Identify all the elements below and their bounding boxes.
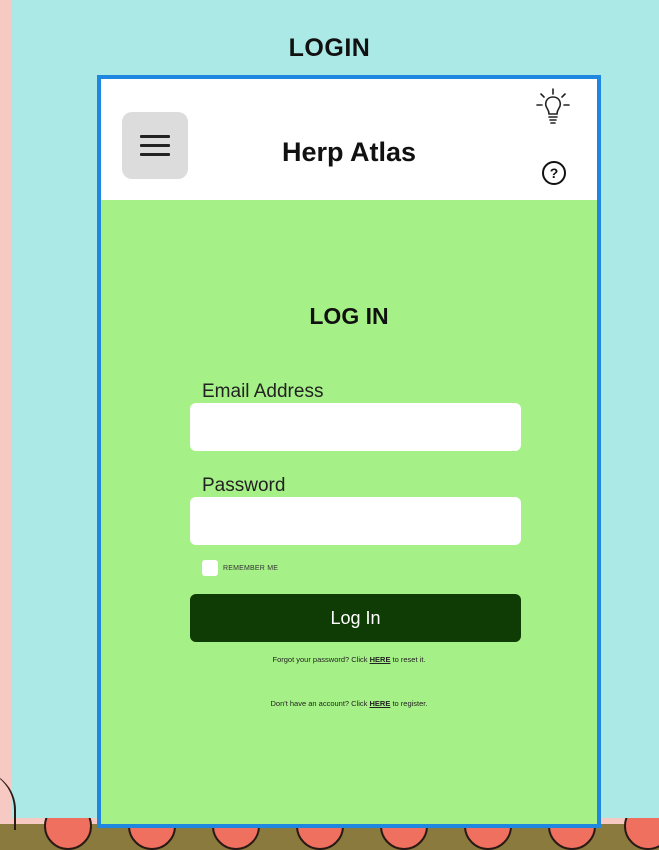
register-link[interactable]: HERE xyxy=(370,699,391,708)
register-text: Don't have an account? Click HERE to reg… xyxy=(101,699,597,708)
lightbulb-icon[interactable] xyxy=(534,87,572,127)
register-suffix: to register. xyxy=(390,699,428,708)
phone-frame: Herp Atlas ? LOG IN Email Address Passwo… xyxy=(97,75,601,828)
svg-text:?: ? xyxy=(550,165,559,181)
email-label: Email Address xyxy=(202,381,324,402)
app-title: Herp Atlas xyxy=(281,137,417,167)
forgot-password-text: Forgot your password? Click HERE to rese… xyxy=(101,655,597,664)
email-input[interactable] xyxy=(190,403,521,451)
forgot-password-link[interactable]: HERE xyxy=(370,655,391,664)
remember-me-label: REMEMBER ME xyxy=(223,564,279,572)
form-title: LOG IN xyxy=(309,303,389,329)
password-label: Password xyxy=(202,475,286,496)
register-prefix: Don't have an account? Click xyxy=(270,699,370,708)
remember-me-checkbox[interactable] xyxy=(202,560,218,576)
page-label: LOGIN xyxy=(288,34,371,62)
login-button[interactable]: Log In xyxy=(190,594,521,642)
password-input[interactable] xyxy=(190,497,521,545)
question-mark-icon[interactable]: ? xyxy=(541,160,567,186)
app-header: Herp Atlas ? xyxy=(101,79,597,200)
forgot-password-suffix: to reset it. xyxy=(390,655,426,664)
forgot-password-prefix: Forgot your password? Click xyxy=(272,655,370,664)
remember-me-row: REMEMBER ME xyxy=(202,560,278,576)
